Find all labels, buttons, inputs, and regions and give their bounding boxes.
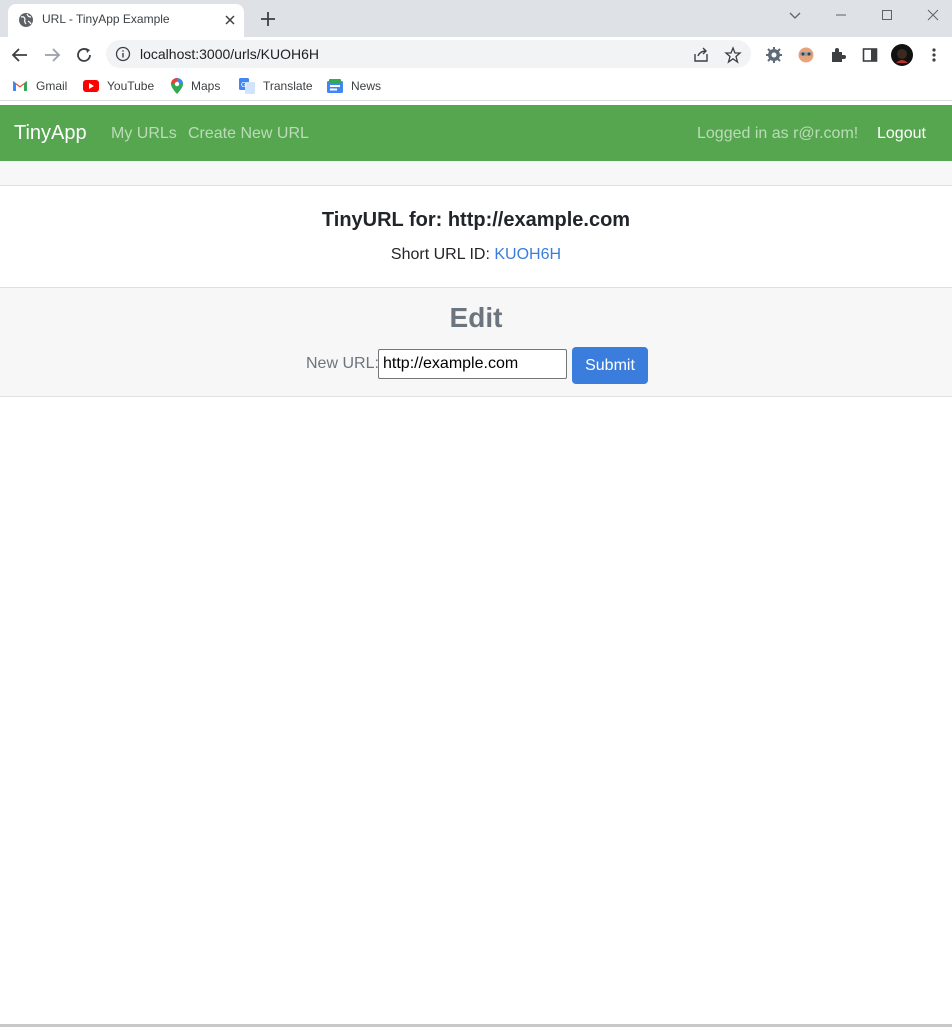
new-url-label: New URL: (306, 355, 379, 372)
minimize-icon[interactable] (818, 0, 864, 30)
tab-search-icon[interactable] (772, 0, 818, 30)
bookmark-gmail[interactable]: Gmail (12, 78, 67, 94)
window-close-icon[interactable] (910, 0, 952, 30)
news-icon (327, 79, 343, 93)
user-status: Logged in as r@r.com! (697, 125, 859, 142)
short-url-link[interactable]: KUOH6H (494, 246, 561, 263)
bookmark-translate[interactable]: G Translate (239, 78, 313, 94)
gmail-icon (13, 81, 27, 91)
bookmark-star-icon[interactable] (724, 46, 742, 64)
edit-heading: Edit (449, 302, 503, 333)
back-arrow-icon[interactable] (8, 43, 32, 67)
share-icon[interactable] (692, 46, 710, 64)
bookmark-label: YouTube (107, 79, 155, 93)
menu-kebab-icon[interactable] (924, 45, 944, 65)
brand-logo[interactable]: TinyApp (14, 122, 87, 145)
browser-tab[interactable]: URL - TinyApp Example (8, 4, 244, 37)
nav-my-urls[interactable]: My URLs (111, 125, 177, 143)
bookmark-label: Gmail (36, 79, 68, 93)
svg-text:G: G (241, 82, 246, 89)
forward-arrow-icon[interactable] (40, 43, 64, 67)
new-url-input[interactable] (378, 349, 567, 379)
reload-icon[interactable] (72, 43, 96, 67)
maps-icon (171, 78, 183, 94)
bookmarks-bar: Gmail YouTube Maps G Translate News (0, 71, 952, 101)
tab-strip: URL - TinyApp Example (0, 0, 952, 37)
bookmark-label: News (351, 79, 382, 93)
site-info-icon[interactable] (115, 46, 131, 62)
side-panel-icon[interactable] (860, 45, 880, 65)
new-tab-icon[interactable] (258, 9, 278, 29)
face-extension-icon[interactable] (796, 45, 816, 65)
address-bar[interactable]: localhost:3000/urls/KUOH6H (106, 40, 751, 68)
short-url-label: Short URL ID: (390, 246, 490, 263)
translate-icon: G (239, 78, 255, 94)
address-url[interactable]: localhost:3000/urls/KUOH6H (140, 46, 319, 62)
tab-title: URL - TinyApp Example (42, 12, 170, 26)
submit-button[interactable]: Submit (572, 347, 648, 384)
puzzle-extensions-icon[interactable] (828, 45, 848, 65)
logout-button[interactable]: Logout (877, 125, 926, 143)
globe-icon (19, 13, 33, 27)
profile-avatar-icon[interactable] (891, 44, 913, 66)
short-url-line: Short URL ID: KUOH6H (0, 246, 952, 264)
bookmark-news[interactable]: News (327, 78, 381, 94)
maximize-icon[interactable] (864, 0, 910, 30)
edit-section: Edit New URL: Submit (0, 287, 952, 397)
youtube-icon (83, 80, 99, 92)
card-header (0, 161, 952, 186)
bookmark-label: Maps (191, 79, 221, 93)
bookmark-youtube[interactable]: YouTube (83, 78, 154, 94)
close-tab-icon[interactable] (222, 12, 238, 28)
gear-extension-icon[interactable] (764, 45, 784, 65)
browser-toolbar: localhost:3000/urls/KUOH6H (0, 37, 952, 71)
bookmark-label: Translate (263, 79, 313, 93)
bookmark-maps[interactable]: Maps (171, 78, 220, 94)
nav-create-new-url[interactable]: Create New URL (188, 125, 309, 143)
app-navbar: TinyApp My URLs Create New URL Logged in… (0, 105, 952, 161)
card-title: TinyURL for: http://example.com (321, 209, 631, 231)
url-card: TinyURL for: http://example.com Short UR… (0, 187, 952, 287)
